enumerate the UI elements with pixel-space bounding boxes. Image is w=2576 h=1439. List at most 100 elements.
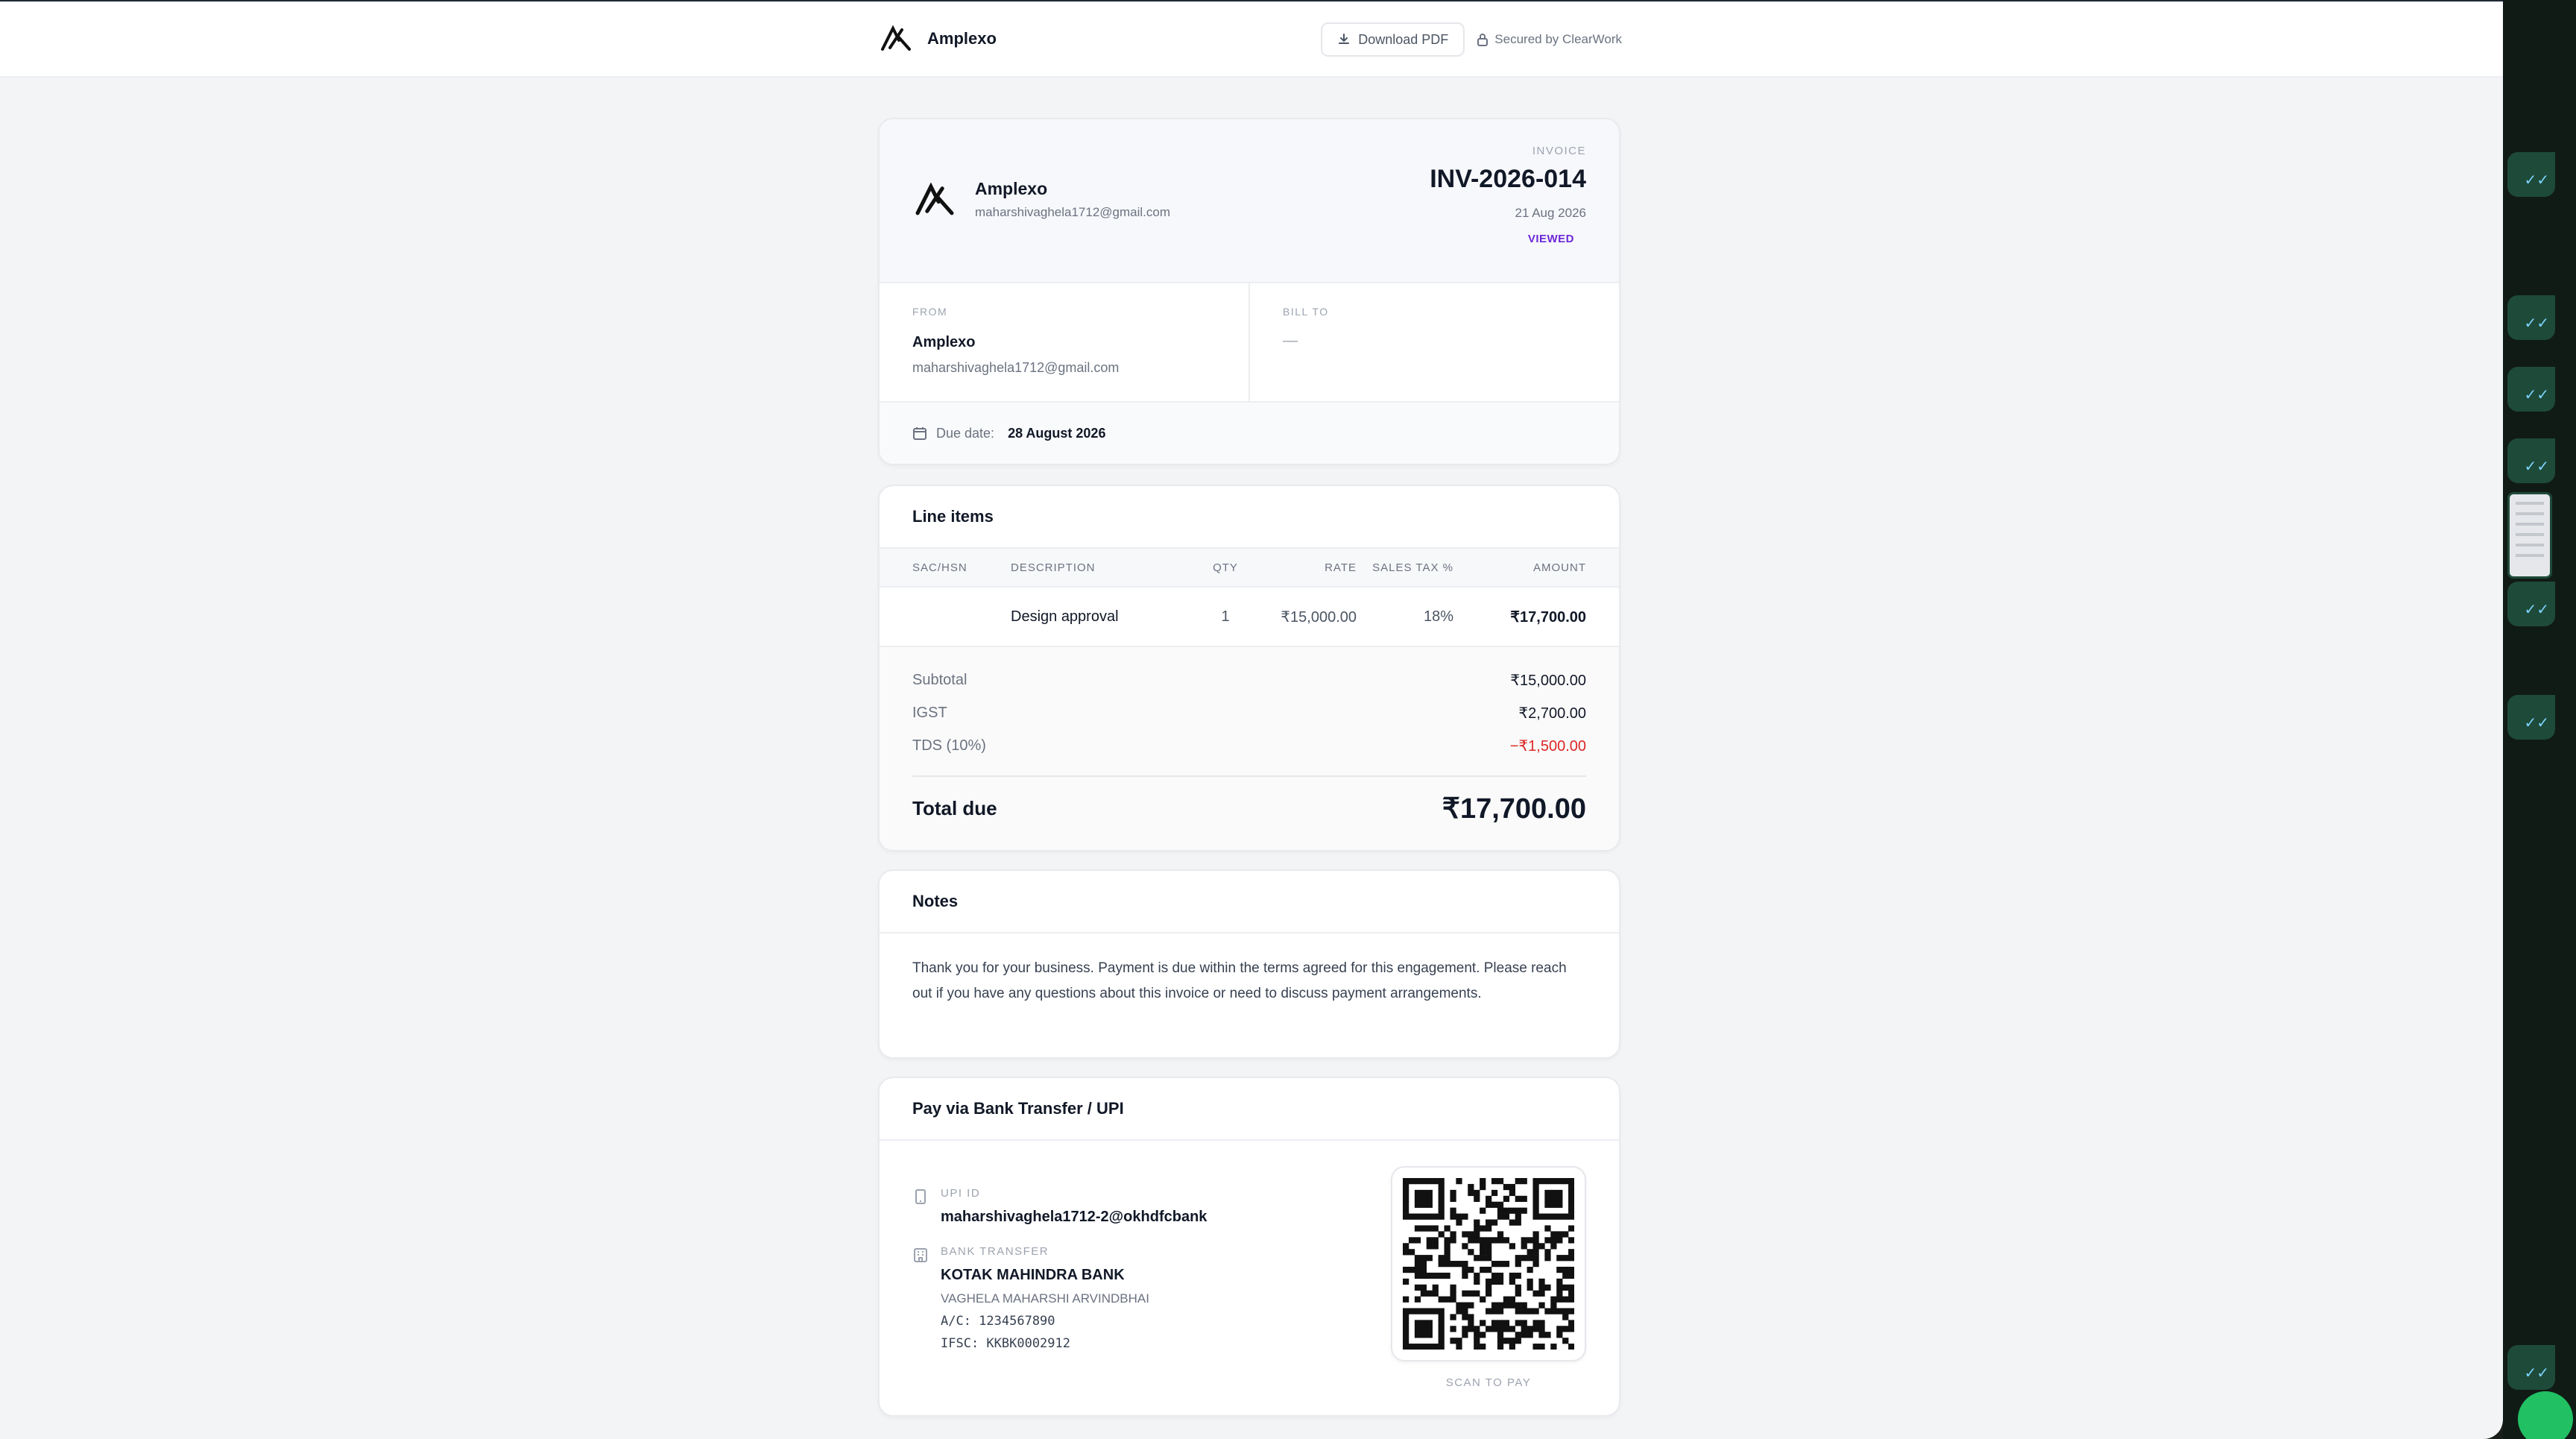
qr-module (1538, 1243, 1545, 1250)
ifsc-code[interactable]: IFSC: KKBK0002912 (941, 1336, 1149, 1351)
qr-module (1538, 1332, 1545, 1338)
read-ticks-icon: ✓✓ (2524, 602, 2549, 618)
parties: FROM Amplexo maharshivaghela1712@gmail.c… (880, 283, 1619, 403)
qr-module (1408, 1266, 1415, 1273)
qr-module (1556, 1213, 1563, 1220)
qr-module (1486, 1278, 1492, 1285)
qr-module (1497, 1201, 1504, 1208)
qr-module (1468, 1249, 1474, 1256)
qr-module (1562, 1266, 1569, 1273)
document-thumbnail[interactable] (2507, 492, 2552, 579)
qr-module (1497, 1338, 1504, 1344)
qr-module (1432, 1344, 1439, 1350)
qr-code (1391, 1166, 1586, 1361)
qr-module (1521, 1243, 1527, 1250)
chat-bubble[interactable]: ✓✓ (2507, 367, 2555, 412)
qr-module (1532, 1195, 1539, 1203)
qr-module (1486, 1243, 1492, 1250)
qr-module (1509, 1243, 1515, 1250)
account-number[interactable]: A/C: 1234567890 (941, 1314, 1149, 1329)
qr-module (1568, 1225, 1574, 1232)
qr-module (1420, 1213, 1427, 1220)
qr-module (1456, 1308, 1462, 1314)
qr-module (1497, 1213, 1504, 1220)
chat-bubble[interactable]: ✓✓ (2507, 582, 2555, 626)
qr-module (1562, 1284, 1569, 1291)
qr-module (1420, 1178, 1427, 1185)
qr-module (1438, 1296, 1445, 1303)
qr-module (1544, 1213, 1551, 1220)
qr-module (1438, 1320, 1445, 1326)
read-ticks-icon: ✓✓ (2524, 1365, 2549, 1382)
phone-icon (915, 1189, 926, 1204)
qr-module (1480, 1320, 1486, 1326)
bank-section: BANK TRANSFER KOTAK MAHINDRA BANK VAGHEL… (912, 1245, 1207, 1351)
qr-module (1509, 1344, 1515, 1350)
qr-module (1491, 1308, 1498, 1314)
tds-label: TDS (10%) (912, 737, 986, 754)
chat-bubble[interactable]: ✓✓ (2507, 695, 2555, 740)
qr-block: SCAN TO PAY (1391, 1166, 1586, 1389)
qr-module (1462, 1266, 1468, 1273)
qr-module (1568, 1308, 1574, 1314)
chat-bubble[interactable]: ✓✓ (2507, 295, 2555, 340)
qr-module (1414, 1272, 1421, 1279)
qr-module (1550, 1189, 1557, 1197)
total-due-label: Total due (912, 796, 997, 819)
qr-module (1550, 1344, 1557, 1350)
qr-module (1456, 1338, 1462, 1344)
amplexo-logo-icon (915, 182, 954, 215)
qr-module (1462, 1314, 1468, 1320)
qr-module (1532, 1189, 1539, 1197)
qr-module (1462, 1302, 1468, 1309)
status-badge: VIEWED (1527, 233, 1574, 245)
qr-module (1480, 1266, 1486, 1273)
qr-module (1515, 1207, 1521, 1214)
qr-module (1403, 1332, 1409, 1338)
qr-module (1462, 1272, 1468, 1279)
qr-module (1486, 1201, 1492, 1208)
brand[interactable]: Amplexo (880, 25, 997, 52)
from-email: maharshivaghela1712@gmail.com (912, 360, 1120, 375)
qr-module (1450, 1207, 1456, 1214)
download-pdf-button[interactable]: Download PDF (1321, 22, 1465, 57)
qr-module (1438, 1344, 1445, 1350)
total-due-row: Total due ₹17,700.00 (912, 775, 1586, 840)
qr-module (1432, 1237, 1439, 1244)
igst-row: IGST ₹2,700.00 (912, 696, 1586, 729)
cell-description: Design approval (1011, 608, 1119, 625)
qr-module (1414, 1213, 1421, 1220)
bill-to-section: BILL TO — (1248, 283, 1619, 401)
qr-module (1438, 1272, 1445, 1279)
qr-module (1521, 1308, 1527, 1314)
chat-bubble[interactable]: ✓✓ (2507, 438, 2555, 483)
tds-row: TDS (10%) −₹1,500.00 (912, 729, 1586, 762)
qr-module (1562, 1326, 1569, 1332)
qr-module (1426, 1332, 1433, 1338)
qr-module (1532, 1326, 1539, 1332)
qr-module (1414, 1332, 1421, 1338)
qr-module (1420, 1284, 1427, 1291)
chat-bubble[interactable]: ✓✓ (2507, 152, 2555, 197)
qr-module (1544, 1237, 1551, 1244)
qr-module (1468, 1189, 1474, 1197)
chat-bubble[interactable]: ✓✓ (2507, 1345, 2555, 1390)
qr-module (1474, 1332, 1480, 1338)
upi-id[interactable]: maharshivaghela1712-2@okhdfcbank (941, 1209, 1207, 1226)
qr-module (1444, 1255, 1450, 1262)
qr-module (1403, 1338, 1409, 1344)
qr-module (1480, 1332, 1486, 1338)
qr-module (1527, 1237, 1533, 1244)
qr-module (1497, 1332, 1504, 1338)
qr-module (1527, 1266, 1533, 1273)
chat-fab-button[interactable] (2518, 1391, 2573, 1439)
qr-module (1491, 1272, 1498, 1279)
qr-module (1403, 1207, 1409, 1214)
qr-module (1462, 1290, 1468, 1297)
qr-module (1438, 1189, 1445, 1197)
qr-module (1420, 1290, 1427, 1297)
qr-module (1480, 1243, 1486, 1250)
qr-module (1403, 1201, 1409, 1208)
qr-module (1503, 1207, 1510, 1214)
sender-brand: Amplexo maharshivaghela1712@gmail.com (914, 179, 1170, 220)
